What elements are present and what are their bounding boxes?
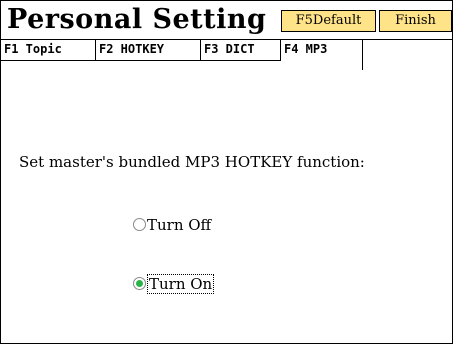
turn-off-label: Turn Off (147, 216, 212, 234)
turn-off-option[interactable]: Turn Off (133, 215, 211, 235)
tab-bottom-border (1, 60, 281, 61)
turn-on-label: Turn On (147, 274, 215, 294)
finish-button[interactable]: Finish (379, 10, 452, 32)
default-button[interactable]: F5Default (281, 10, 376, 32)
mp3-settings-panel: Set master's bundled MP3 HOTKEY function… (1, 87, 452, 343)
page-title: Personal Setting (7, 4, 267, 35)
radio-on-icon[interactable] (133, 277, 146, 290)
tab-dict[interactable]: F3 DICT (201, 40, 281, 60)
settings-window: Personal Setting F5Default Finish F1 Top… (0, 0, 453, 344)
turn-on-option[interactable]: Turn On (133, 274, 215, 294)
radio-off-icon[interactable] (133, 218, 146, 231)
hotkey-prompt: Set master's bundled MP3 HOTKEY function… (19, 153, 365, 171)
tab-mp3[interactable]: F4 MP3 (281, 40, 363, 70)
tab-hotkey[interactable]: F2 HOTKEY (96, 40, 201, 60)
header-bar: Personal Setting F5Default Finish (1, 1, 452, 39)
tab-topic[interactable]: F1 Topic (1, 40, 96, 60)
tab-bar: F1 Topic F2 HOTKEY F3 DICT F4 MP3 (1, 39, 452, 87)
